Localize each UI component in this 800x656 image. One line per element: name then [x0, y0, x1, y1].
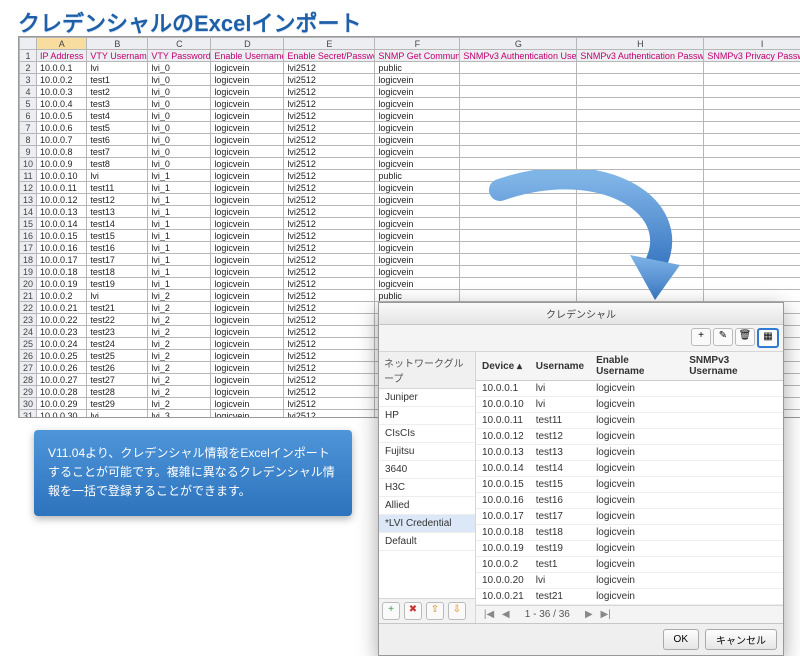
credential-dialog: クレデンシャル + ✎ 🗑 ▦ ネットワークグループ JuniperHPCIsC…: [378, 302, 784, 656]
pager-text: 1 - 36 / 36: [525, 609, 570, 620]
table-row: 710.0.0.6test5lvi_0logicveinlvi2512logic…: [20, 122, 800, 134]
page-prev-icon[interactable]: ◀: [499, 609, 513, 620]
table-row: 310.0.0.2test1lvi_0logicveinlvi2512logic…: [20, 74, 800, 86]
table-row[interactable]: 10.0.0.12test12logicvein: [476, 429, 783, 445]
table-row[interactable]: 10.0.0.15test15logicvein: [476, 477, 783, 493]
table-row: 810.0.0.7test6lvi_0logicveinlvi2512logic…: [20, 134, 800, 146]
table-row: 210.0.0.1lvilvi_0logicveinlvi2512public: [20, 62, 800, 74]
dialog-toolbar: + ✎ 🗑 ▦: [379, 325, 783, 352]
page-title: クレデンシャルのExcelインポート: [0, 0, 800, 38]
dialog-title: クレデンシャル: [379, 303, 783, 325]
import-button[interactable]: ▦: [757, 328, 779, 348]
table-row[interactable]: 10.0.0.2test1logicvein: [476, 557, 783, 573]
table-row: 610.0.0.5test4lvi_0logicveinlvi2512logic…: [20, 110, 800, 122]
table-row[interactable]: 10.0.0.19test19logicvein: [476, 541, 783, 557]
sidebar-item[interactable]: HP: [379, 407, 475, 425]
sidebar-item[interactable]: 3640: [379, 461, 475, 479]
table-row[interactable]: 10.0.0.21test21logicvein: [476, 589, 783, 605]
sidebar-item[interactable]: Allied: [379, 497, 475, 515]
side-header: ネットワークグループ: [379, 352, 475, 389]
sidebar-item[interactable]: H3C: [379, 479, 475, 497]
table-row: 1010.0.0.9test8lvi_0logicveinlvi2512logi…: [20, 158, 800, 170]
table-row[interactable]: 10.0.0.10lvilogicvein: [476, 397, 783, 413]
sidebar-item[interactable]: CIsCIs: [379, 425, 475, 443]
add-button[interactable]: +: [691, 328, 711, 346]
sidebar-item[interactable]: Juniper: [379, 389, 475, 407]
cancel-button[interactable]: キャンセル: [705, 629, 777, 650]
table-row[interactable]: 10.0.0.1lvilogicvein: [476, 381, 783, 397]
table-row: 910.0.0.8test7lvi_0logicveinlvi2512logic…: [20, 146, 800, 158]
table-row[interactable]: 10.0.0.18test18logicvein: [476, 525, 783, 541]
sidebar-item[interactable]: Fujitsu: [379, 443, 475, 461]
delete-button[interactable]: 🗑: [735, 328, 755, 346]
sidebar-item[interactable]: *LVI Credential: [379, 515, 475, 533]
table-row[interactable]: 10.0.0.20lvilogicvein: [476, 573, 783, 589]
info-callout: V11.04より、クレデンシャル情報をExcelインポートすることが可能です。複…: [34, 430, 352, 516]
sidebar-item[interactable]: Default: [379, 533, 475, 551]
page-last-icon[interactable]: ▶|: [599, 609, 613, 620]
ok-button[interactable]: OK: [663, 629, 699, 650]
table-row: 510.0.0.4test3lvi_0logicveinlvi2512logic…: [20, 98, 800, 110]
arrow-icon: [480, 170, 700, 310]
group-up-icon[interactable]: ⇧: [426, 602, 444, 620]
group-delete-icon[interactable]: ✖: [404, 602, 422, 620]
table-row[interactable]: 10.0.0.17test17logicvein: [476, 509, 783, 525]
credential-grid: Device ▴UsernameEnable UsernameSNMPv3 Us…: [476, 352, 783, 605]
table-row[interactable]: 10.0.0.16test16logicvein: [476, 493, 783, 509]
table-row[interactable]: 10.0.0.11test11logicvein: [476, 413, 783, 429]
page-first-icon[interactable]: |◀: [482, 609, 496, 620]
table-row[interactable]: 10.0.0.14test14logicvein: [476, 461, 783, 477]
pager: |◀ ◀ 1 - 36 / 36 ▶ ▶|: [476, 605, 783, 623]
group-down-icon[interactable]: ⇩: [448, 602, 466, 620]
group-add-icon[interactable]: +: [382, 602, 400, 620]
page-next-icon[interactable]: ▶: [582, 609, 596, 620]
table-row[interactable]: 10.0.0.13test13logicvein: [476, 445, 783, 461]
table-row: 410.0.0.3test2lvi_0logicveinlvi2512logic…: [20, 86, 800, 98]
group-list: JuniperHPCIsCIsFujitsu3640H3CAllied*LVI …: [379, 389, 475, 598]
edit-button[interactable]: ✎: [713, 328, 733, 346]
